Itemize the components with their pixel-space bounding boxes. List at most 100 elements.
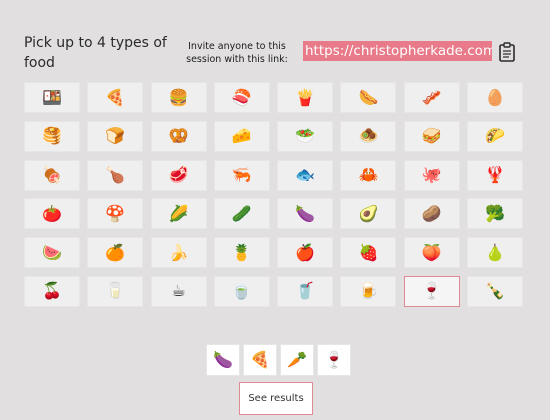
food-tile-banana[interactable]: 🍌 (150, 237, 207, 269)
page-title: Pick up to 4 types of food (24, 35, 167, 71)
broccoli-icon: 🥦 (485, 203, 506, 223)
sushi-icon: 🍣 (231, 87, 252, 107)
pretzel-icon: 🥨 (168, 126, 189, 146)
food-tile-french-fries[interactable]: 🍟 (277, 82, 334, 113)
food-tile-cut-of-meat[interactable]: 🥩 (150, 159, 207, 191)
food-picker-page: Pick up to 4 types of food Invite anyone… (0, 0, 550, 420)
sandwich-icon: 🥪 (421, 126, 442, 146)
selected-food-eggplant[interactable]: 🍆 (206, 344, 240, 376)
food-tile-salad[interactable]: 🥗 (277, 120, 334, 152)
food-tile-champagne[interactable]: 🍾 (467, 275, 524, 307)
food-tile-fish[interactable]: 🐟 (277, 159, 334, 191)
lobster-icon: 🦞 (485, 165, 506, 185)
champagne-icon: 🍾 (485, 281, 506, 301)
selected-food-carrot[interactable]: 🥕 (280, 344, 314, 376)
glass-of-milk-icon: 🥛 (105, 281, 126, 301)
food-tile-sushi[interactable]: 🍣 (213, 82, 270, 113)
food-tile-hot-beverage[interactable]: ☕ (150, 275, 207, 307)
mushroom-icon: 🍄 (105, 203, 126, 223)
food-tile-poultry-leg[interactable]: 🍗 (87, 159, 144, 191)
food-tile-sandwich[interactable]: 🥪 (403, 120, 460, 152)
food-tile-avocado[interactable]: 🥑 (340, 198, 397, 230)
food-grid: 🍱 🍕 🍔 🍣 🍟 🌭 🥓 🥚 🥞 🍞 🥨 🧀 🥗 🧆 🥪 🌮 🍖 🍗 🥩 🦐 🐟 🦀 🐙 🦞 🍅 🍄 🌽 🥒 🍆 🥑 🥔 🥦 🍉 🍊 🍌 🍍 🍎 🍓 🍑 🍐… (24, 82, 524, 307)
eggplant-icon: 🍆 (213, 350, 233, 369)
potato-icon: 🥔 (421, 203, 442, 223)
avocado-icon: 🥑 (358, 203, 379, 223)
tropical-drink-icon: 🥤 (295, 281, 316, 301)
food-tile-falafel[interactable]: 🧆 (340, 120, 397, 152)
food-tile-broccoli[interactable]: 🥦 (467, 198, 524, 230)
food-tile-shrimp[interactable]: 🦐 (213, 159, 270, 191)
hot-beverage-icon: ☕ (171, 281, 186, 301)
food-tile-pancakes[interactable]: 🥞 (24, 120, 80, 152)
food-tile-cheese[interactable]: 🧀 (213, 120, 270, 152)
food-tile-matcha[interactable]: 🍵 (213, 275, 270, 307)
food-tile-crab[interactable]: 🦀 (340, 159, 397, 191)
hot-dog-icon: 🌭 (358, 87, 379, 107)
session-link[interactable]: https://christopherkade.com (303, 41, 492, 61)
food-tile-cucumber[interactable]: 🥒 (213, 198, 270, 230)
eggplant-icon: 🍆 (295, 203, 316, 223)
food-tile-peach[interactable]: 🍑 (403, 237, 460, 269)
food-tile-watermelon[interactable]: 🍉 (24, 237, 80, 269)
cheese-icon: 🧀 (231, 126, 252, 146)
peach-icon: 🍑 (421, 242, 442, 262)
food-tile-egg[interactable]: 🥚 (467, 82, 524, 113)
hamburger-icon: 🍔 (168, 87, 189, 107)
carrot-icon: 🥕 (287, 350, 307, 369)
clipboard-icon[interactable] (498, 42, 516, 62)
food-tile-bacon[interactable]: 🥓 (403, 82, 460, 113)
food-tile-meat-on-bone[interactable]: 🍖 (24, 159, 80, 191)
food-tile-pretzel[interactable]: 🥨 (150, 120, 207, 152)
falafel-icon: 🧆 (358, 126, 379, 146)
beer-mug-icon: 🍺 (358, 281, 379, 301)
food-tile-taco[interactable]: 🌮 (467, 120, 524, 152)
food-tile-pear[interactable]: 🍐 (467, 237, 524, 269)
food-tile-beer-mug[interactable]: 🍺 (340, 275, 397, 307)
food-tile-hot-dog[interactable]: 🌭 (340, 82, 397, 113)
food-tile-wine-glass[interactable]: 🍷 (403, 275, 460, 307)
selected-food-wine-glass[interactable]: 🍷 (317, 344, 351, 376)
food-tile-eggplant[interactable]: 🍆 (277, 198, 334, 230)
pineapple-icon: 🍍 (231, 242, 252, 262)
shrimp-icon: 🦐 (231, 165, 252, 185)
strawberry-icon: 🍓 (358, 242, 379, 262)
tangerine-icon: 🍊 (105, 242, 126, 262)
banana-icon: 🍌 (168, 242, 189, 262)
food-tile-bread[interactable]: 🍞 (87, 120, 144, 152)
selected-foods: 🍆 🍕 🥕 🍷 (206, 344, 351, 376)
tomato-icon: 🍅 (42, 203, 62, 223)
selected-food-pizza[interactable]: 🍕 (243, 344, 277, 376)
food-tile-glass-of-milk[interactable]: 🥛 (87, 275, 144, 307)
food-tile-bento-box[interactable]: 🍱 (24, 82, 80, 113)
wine-glass-icon: 🍷 (421, 281, 442, 301)
food-tile-pineapple[interactable]: 🍍 (213, 237, 270, 269)
watermelon-icon: 🍉 (42, 242, 62, 262)
food-tile-potato[interactable]: 🥔 (403, 198, 460, 230)
crab-icon: 🦀 (358, 165, 379, 185)
food-tile-tropical-drink[interactable]: 🥤 (277, 275, 334, 307)
bread-icon: 🍞 (105, 126, 126, 146)
fish-icon: 🐟 (295, 165, 316, 185)
octopus-icon: 🐙 (421, 165, 442, 185)
wine-glass-icon: 🍷 (324, 350, 344, 369)
see-results-button[interactable]: See results (239, 382, 313, 415)
food-tile-lobster[interactable]: 🦞 (467, 159, 524, 191)
bento-box-icon: 🍱 (42, 87, 62, 107)
food-tile-strawberry[interactable]: 🍓 (340, 237, 397, 269)
food-tile-mushroom[interactable]: 🍄 (87, 198, 144, 230)
food-tile-tomato[interactable]: 🍅 (24, 198, 80, 230)
food-tile-tangerine[interactable]: 🍊 (87, 237, 144, 269)
apple-icon: 🍎 (295, 242, 316, 262)
food-tile-pizza[interactable]: 🍕 (87, 82, 144, 113)
matcha-icon: 🍵 (231, 281, 252, 301)
french-fries-icon: 🍟 (295, 87, 316, 107)
food-tile-corn[interactable]: 🌽 (150, 198, 207, 230)
food-tile-cherries[interactable]: 🍒 (24, 275, 80, 307)
food-tile-hamburger[interactable]: 🍔 (150, 82, 207, 113)
food-tile-octopus[interactable]: 🐙 (403, 159, 460, 191)
pear-icon: 🍐 (485, 242, 506, 262)
food-tile-apple[interactable]: 🍎 (277, 237, 334, 269)
invite-text: Invite anyone to this session with this … (186, 41, 288, 65)
bacon-icon: 🥓 (421, 87, 442, 107)
